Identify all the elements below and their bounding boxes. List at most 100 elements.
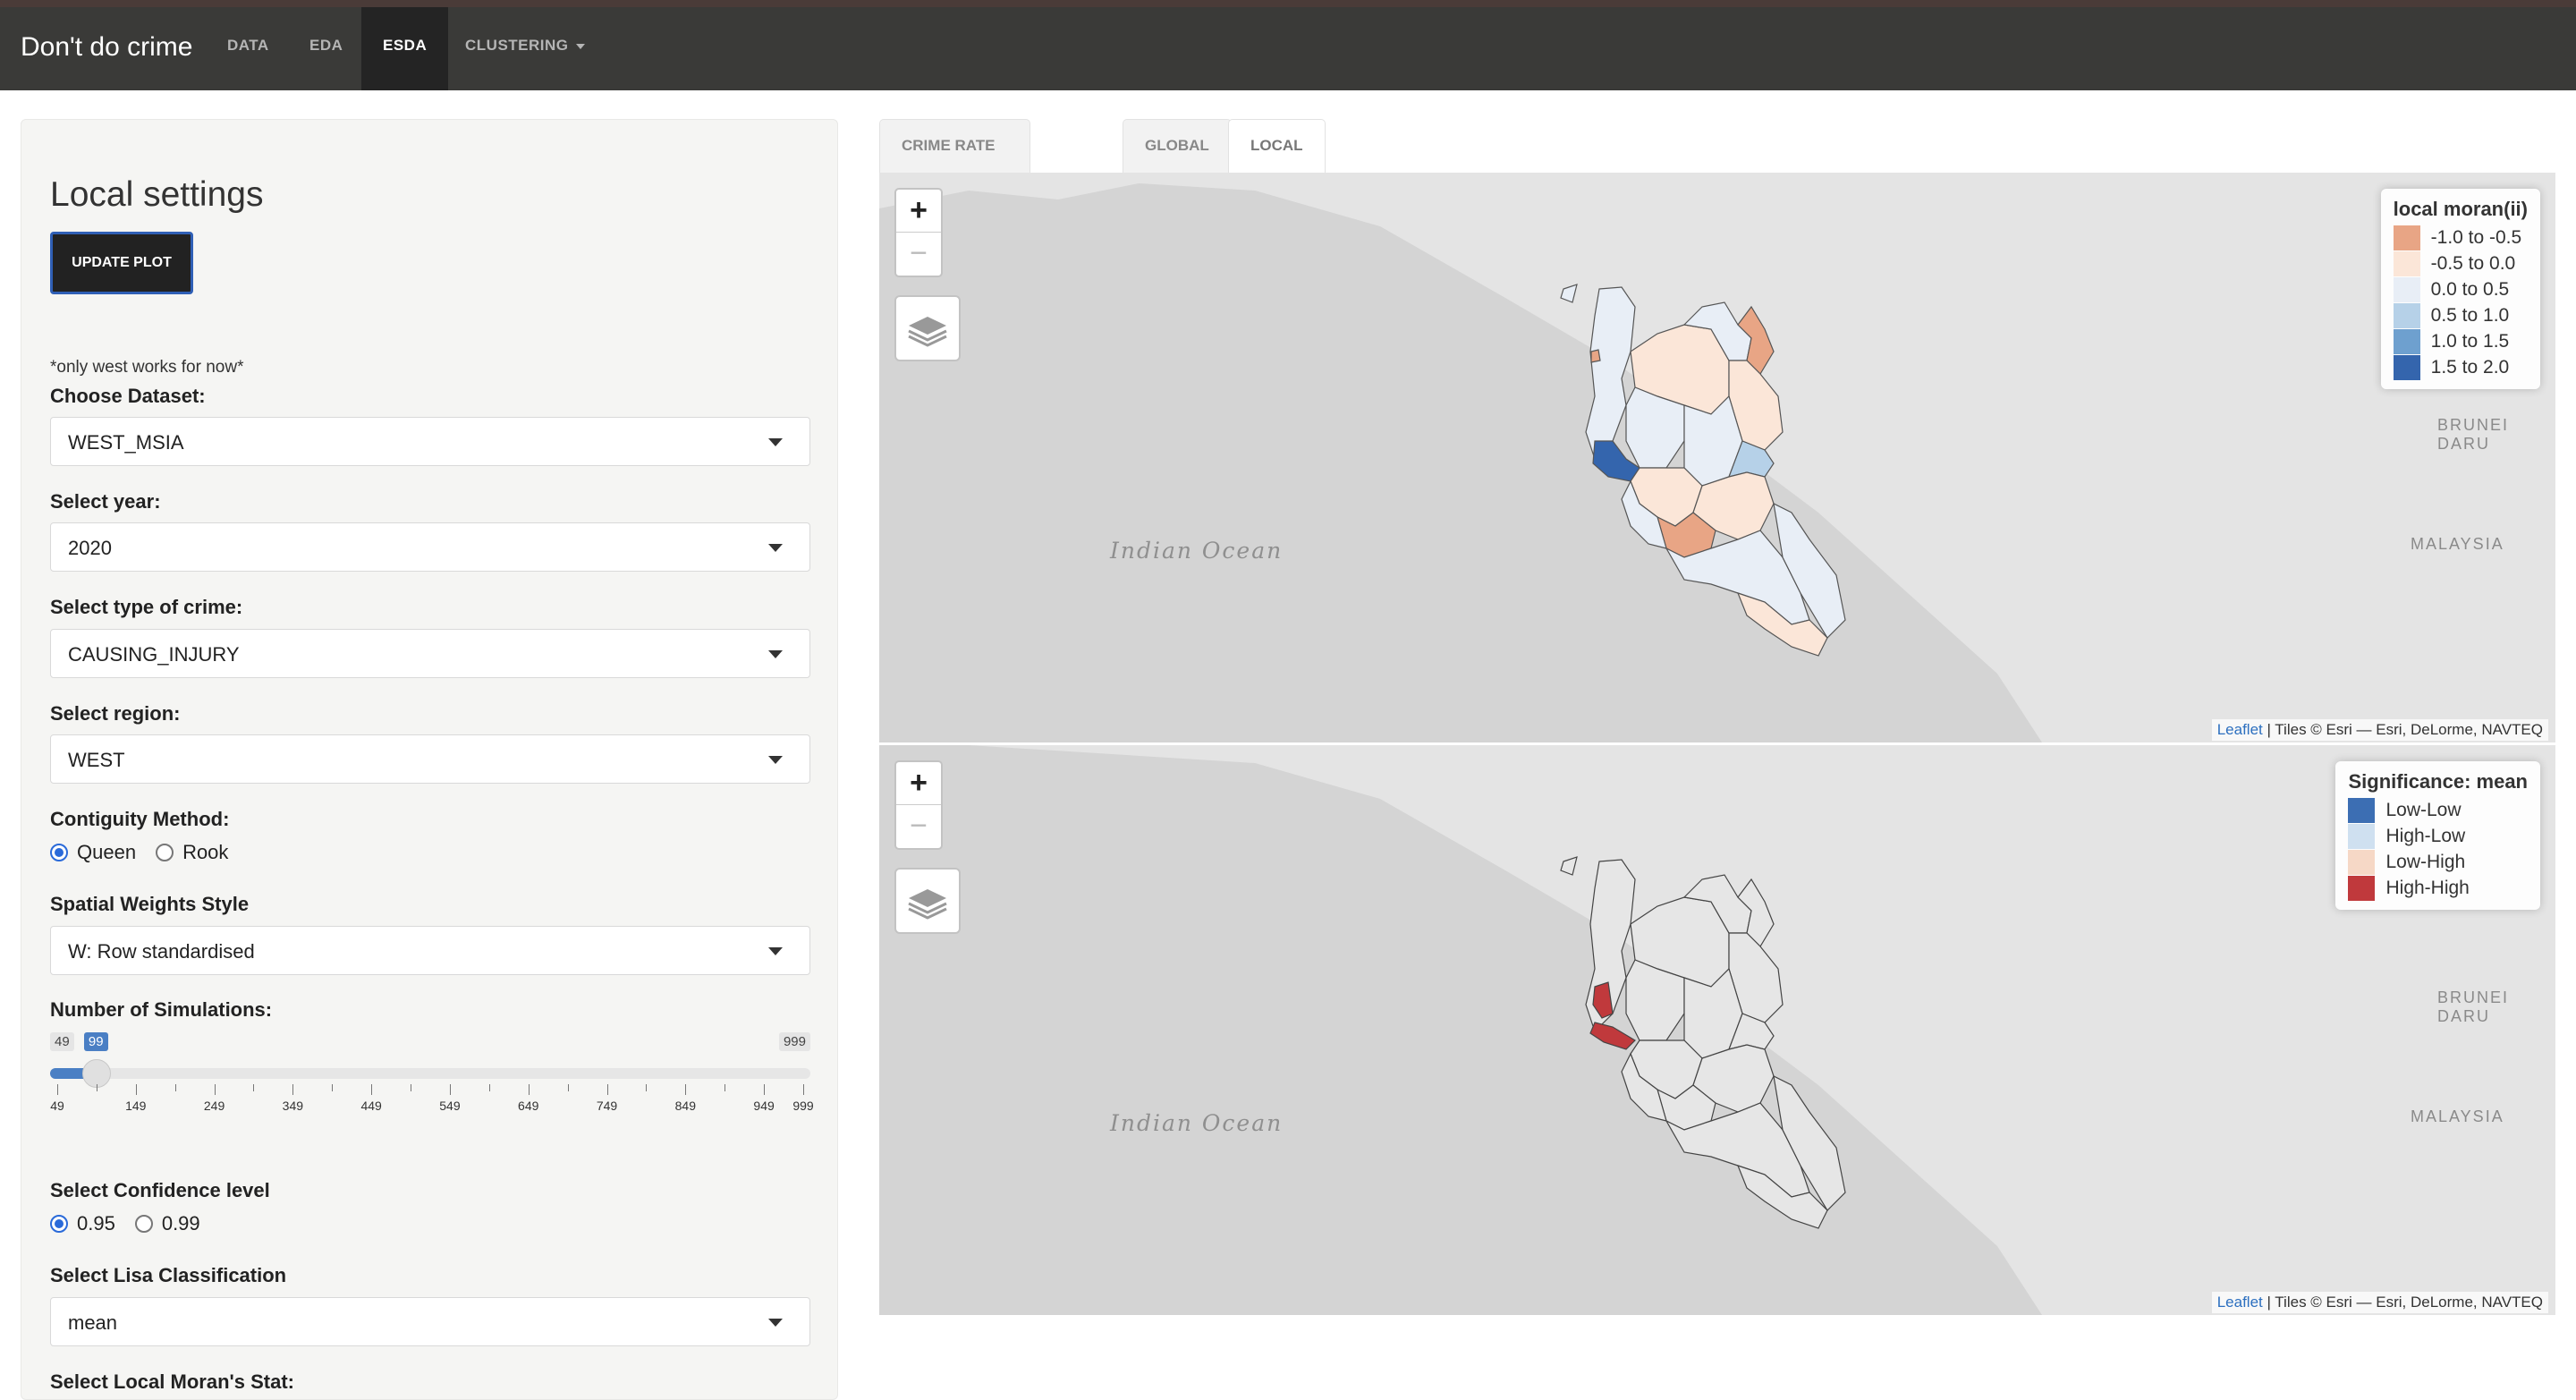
tiles-credit: | Tiles © Esri — Esri, DeLorme, NAVTEQ <box>2262 721 2543 738</box>
rook-radio-label[interactable]: Rook <box>182 841 228 864</box>
layers-icon <box>908 889 947 920</box>
legend-label: High-Low <box>2385 825 2466 846</box>
region-polygon[interactable] <box>1560 284 1578 303</box>
region-polygon[interactable] <box>1560 856 1578 876</box>
slider-major-tick <box>764 1084 766 1095</box>
label-indian-ocean: Indian Ocean <box>1110 1110 1284 1136</box>
weights-style-select[interactable]: W: Row standardised <box>50 926 810 975</box>
zoom-in-button[interactable]: + <box>896 762 941 805</box>
high-high-polygon[interactable] <box>1589 1022 1636 1050</box>
weights-style-label: Spatial Weights Style <box>50 893 250 915</box>
crime-type-select[interactable]: CAUSING_INJURY <box>50 629 810 678</box>
tab-local[interactable]: LOCAL <box>1228 119 1326 173</box>
slider-major-tick <box>214 1084 216 1095</box>
legend-swatch <box>2348 849 2376 875</box>
region-polygon[interactable] <box>1590 349 1601 363</box>
crime-type-value: CAUSING_INJURY <box>68 643 240 666</box>
legend-label: 1.0 to 1.5 <box>2430 330 2510 352</box>
dropdown-arrow-icon <box>768 650 783 658</box>
conf-095-radio[interactable] <box>50 1215 68 1233</box>
slider-major-tick <box>371 1084 373 1095</box>
dataset-select[interactable]: WEST_MSIA <box>50 417 810 466</box>
contiguity-radio-group: Queen Rook <box>50 841 248 864</box>
legend-swatch <box>2393 225 2420 250</box>
legend-label: 0.5 to 1.0 <box>2430 304 2510 326</box>
legend-item: Low-High <box>2348 849 2528 875</box>
year-select[interactable]: 2020 <box>50 522 810 572</box>
brand-title[interactable]: Don't do crime <box>21 32 192 63</box>
navbar: Don't do crime DATA EDA ESDA CLUSTERING <box>0 0 2576 90</box>
legend-item: 1.0 to 1.5 <box>2393 328 2528 354</box>
dataset-label: Choose Dataset: <box>50 385 206 407</box>
legend-label: 1.5 to 2.0 <box>2430 356 2510 378</box>
zoom-in-button[interactable]: + <box>896 190 941 233</box>
slider-tick-label: 749 <box>596 1099 618 1113</box>
slider-value-badge: 99 <box>83 1032 108 1051</box>
zoom-control: + − <box>894 188 943 277</box>
legend-swatch <box>2393 250 2420 276</box>
lisa-polygons[interactable] <box>879 745 2555 1315</box>
region-label: Select region: <box>50 702 181 725</box>
region-value: WEST <box>68 749 125 771</box>
lisa-select[interactable]: mean <box>50 1297 810 1346</box>
nav-eda[interactable]: EDA <box>288 7 364 90</box>
slider-tick-label: 949 <box>753 1099 775 1113</box>
slider-tick-label: 999 <box>792 1099 814 1113</box>
region-select[interactable]: WEST <box>50 734 810 784</box>
legend-swatch <box>2393 354 2420 380</box>
label-brunei: BRUNEI DARU <box>2437 416 2510 453</box>
leaflet-link[interactable]: Leaflet <box>2217 1294 2263 1311</box>
conf-099-label[interactable]: 0.99 <box>162 1212 200 1235</box>
confidence-radio-group: 0.95 0.99 <box>50 1212 220 1235</box>
local-moran-legend: local moran(ii) -1.0 to -0.5 -0.5 to 0.0… <box>2380 189 2540 389</box>
legend-title: Significance: mean <box>2348 770 2528 793</box>
leaflet-link[interactable]: Leaflet <box>2217 721 2263 738</box>
map-attribution: Leaflet | Tiles © Esri — Esri, DeLorme, … <box>2211 1292 2548 1313</box>
queen-radio[interactable] <box>50 844 68 861</box>
choropleth-polygons[interactable] <box>879 173 2555 742</box>
nav-esda[interactable]: ESDA <box>361 7 449 90</box>
layers-control[interactable] <box>894 295 961 361</box>
queen-radio-label[interactable]: Queen <box>77 841 136 864</box>
dropdown-arrow-icon <box>768 1319 783 1327</box>
rook-radio[interactable] <box>156 844 174 861</box>
nav-clustering[interactable]: CLUSTERING <box>444 7 606 90</box>
slider-tick-label: 849 <box>674 1099 696 1113</box>
zoom-out-button[interactable]: − <box>896 805 941 848</box>
tab-crime-rate-choropleth[interactable]: CRIME RATE CHOROPLETH <box>879 119 1030 206</box>
slider-track[interactable] <box>50 1068 810 1079</box>
slider-max-badge: 999 <box>778 1032 810 1051</box>
legend-item: -0.5 to 0.0 <box>2393 250 2528 276</box>
tab-global[interactable]: GLOBAL <box>1123 119 1232 173</box>
legend-label: -0.5 to 0.0 <box>2430 252 2516 274</box>
panel-title: Local settings <box>50 175 264 214</box>
update-plot-button[interactable]: UPDATE PLOT <box>50 232 193 294</box>
layers-control[interactable] <box>894 868 961 934</box>
nav-data[interactable]: DATA <box>206 7 291 90</box>
legend-label: -1.0 to -0.5 <box>2430 226 2522 248</box>
dropdown-arrow-icon <box>768 438 783 446</box>
legend-swatch <box>2393 276 2420 302</box>
legend-item: High-High <box>2348 875 2528 901</box>
conf-099-radio[interactable] <box>134 1215 153 1233</box>
zoom-out-button[interactable]: − <box>896 233 941 276</box>
simulations-slider[interactable]: 49 99 999 49 149 249 349 449 549 649 749 849 949 9… <box>50 1032 814 1131</box>
slider-tick-label: 249 <box>203 1099 225 1113</box>
year-value: 2020 <box>68 537 112 559</box>
slider-tick-label: 149 <box>125 1099 147 1113</box>
slider-minor-tick <box>724 1084 726 1091</box>
zoom-control: + − <box>894 760 943 850</box>
slider-minor-tick <box>646 1084 648 1091</box>
slider-minor-tick <box>174 1084 176 1091</box>
layers-icon <box>908 317 947 347</box>
local-settings-panel: Local settings UPDATE PLOT *only west wo… <box>21 119 838 1400</box>
caret-down-icon <box>575 43 585 49</box>
lisa-cluster-map[interactable]: Indian Ocean MALAYSIA BRUNEI DARU + − Si… <box>879 745 2555 1315</box>
slider-tick-label: 349 <box>282 1099 304 1113</box>
conf-095-label[interactable]: 0.95 <box>77 1212 115 1235</box>
slider-tick-label: 49 <box>50 1099 64 1113</box>
local-moran-map[interactable]: Indian Ocean MALAYSIA BRUNEI DARU + − lo… <box>879 173 2555 742</box>
legend-label: 0.0 to 0.5 <box>2430 278 2510 300</box>
dataset-value: WEST_MSIA <box>68 431 184 454</box>
slider-major-tick <box>292 1084 294 1095</box>
